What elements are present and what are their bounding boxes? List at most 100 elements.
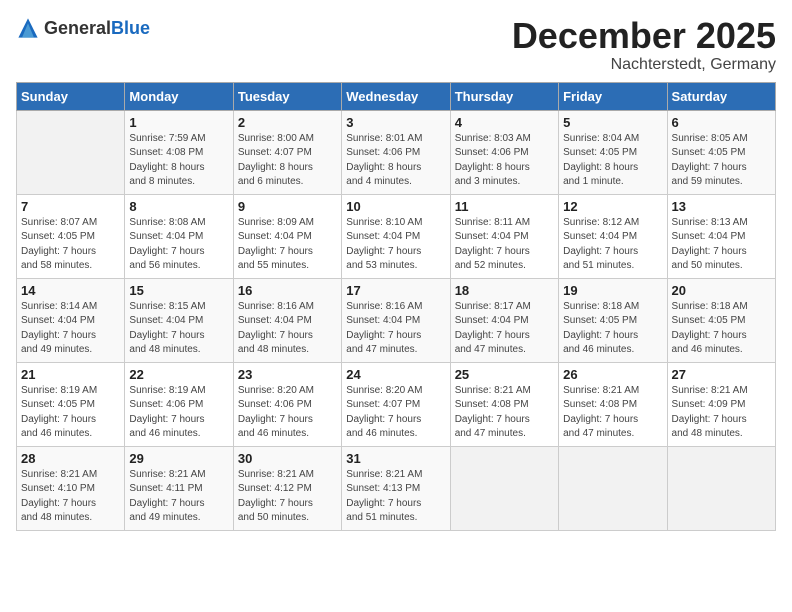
calendar-cell: 5 Sunrise: 8:04 AM Sunset: 4:05 PM Daylig… (559, 110, 667, 194)
calendar-cell (17, 110, 125, 194)
day-number: 8 (129, 199, 228, 214)
day-info: Sunrise: 8:19 AM Sunset: 4:06 PM Dayligh… (129, 384, 228, 442)
day-number: 12 (563, 199, 662, 214)
month-title: December 2025 (512, 16, 776, 56)
day-info: Sunrise: 8:11 AM Sunset: 4:04 PM Dayligh… (455, 216, 554, 274)
calendar-cell: 18Sunrise: 8:17 AM Sunset: 4:04 PM Dayli… (450, 278, 558, 362)
day-of-week-header: Tuesday (233, 82, 341, 110)
day-info: Sunrise: 8:21 AM Sunset: 4:13 PM Dayligh… (346, 468, 445, 526)
page-header: GeneralBlue December 2025 Nachterstedt, … (16, 16, 776, 74)
calendar-cell: 25 Sunrise: 8:21 AM Sunset: 4:08 PM Dayli… (450, 362, 558, 446)
day-number: 3 (346, 115, 445, 130)
day-info: Sunrise: 8:16 AM Sunset: 4:04 PM Dayligh… (238, 300, 337, 358)
day-number: 14 (21, 283, 120, 298)
day-number: 5 (563, 115, 662, 130)
day-number: 10 (346, 199, 445, 214)
day-number: 11 (455, 199, 554, 214)
calendar-cell: 11 Sunrise: 8:11 AM Sunset: 4:04 PM Dayli… (450, 194, 558, 278)
day-number: 15 (129, 283, 228, 298)
day-number: 1 (129, 115, 228, 130)
day-info: Sunrise: 8:17 AM Sunset: 4:04 PM Dayligh… (455, 300, 554, 358)
day-of-week-header: Sunday (17, 82, 125, 110)
day-info: Sunrise: 8:21 AM Sunset: 4:10 PM Dayligh… (21, 468, 120, 526)
day-info: Sunrise: 8:20 AM Sunset: 4:06 PM Dayligh… (238, 384, 337, 442)
day-info: Sunrise: 8:21 AM Sunset: 4:08 PM Dayligh… (563, 384, 662, 442)
day-info: Sunrise: 8:03 AM Sunset: 4:06 PM Dayligh… (455, 132, 554, 190)
day-info: Sunrise: 8:18 AM Sunset: 4:05 PM Dayligh… (672, 300, 771, 358)
day-info: Sunrise: 8:16 AM Sunset: 4:04 PM Dayligh… (346, 300, 445, 358)
day-info: Sunrise: 8:10 AM Sunset: 4:04 PM Dayligh… (346, 216, 445, 274)
day-info: Sunrise: 8:20 AM Sunset: 4:07 PM Dayligh… (346, 384, 445, 442)
day-info: Sunrise: 8:01 AM Sunset: 4:06 PM Dayligh… (346, 132, 445, 190)
day-number: 23 (238, 367, 337, 382)
days-header-row: SundayMondayTuesdayWednesdayThursdayFrid… (17, 82, 776, 110)
calendar-cell: 29 Sunrise: 8:21 AM Sunset: 4:11 PM Dayli… (125, 446, 233, 530)
day-info: Sunrise: 8:13 AM Sunset: 4:04 PM Dayligh… (672, 216, 771, 274)
calendar-cell: 28 Sunrise: 8:21 AM Sunset: 4:10 PM Dayli… (17, 446, 125, 530)
day-of-week-header: Monday (125, 82, 233, 110)
day-number: 26 (563, 367, 662, 382)
day-of-week-header: Friday (559, 82, 667, 110)
day-number: 2 (238, 115, 337, 130)
day-number: 9 (238, 199, 337, 214)
calendar-cell: 12 Sunrise: 8:12 AM Sunset: 4:04 PM Dayli… (559, 194, 667, 278)
calendar-cell: 16Sunrise: 8:16 AM Sunset: 4:04 PM Dayli… (233, 278, 341, 362)
calendar-cell (559, 446, 667, 530)
calendar-cell: 23 Sunrise: 8:20 AM Sunset: 4:06 PM Dayli… (233, 362, 341, 446)
calendar-cell: 20 Sunrise: 8:18 AM Sunset: 4:05 PM Dayli… (667, 278, 775, 362)
day-number: 30 (238, 451, 337, 466)
day-info: Sunrise: 8:21 AM Sunset: 4:08 PM Dayligh… (455, 384, 554, 442)
calendar-cell: 4 Sunrise: 8:03 AM Sunset: 4:06 PM Daylig… (450, 110, 558, 194)
day-number: 29 (129, 451, 228, 466)
day-number: 20 (672, 283, 771, 298)
calendar-week-row: 7Sunrise: 8:07 AM Sunset: 4:05 PM Daylig… (17, 194, 776, 278)
day-info: Sunrise: 8:04 AM Sunset: 4:05 PM Dayligh… (563, 132, 662, 190)
calendar-cell: 24 Sunrise: 8:20 AM Sunset: 4:07 PM Dayli… (342, 362, 450, 446)
day-number: 24 (346, 367, 445, 382)
day-number: 25 (455, 367, 554, 382)
calendar-cell: 19 Sunrise: 8:18 AM Sunset: 4:05 PM Dayli… (559, 278, 667, 362)
logo-text-general: General (44, 18, 111, 38)
day-info: Sunrise: 8:21 AM Sunset: 4:09 PM Dayligh… (672, 384, 771, 442)
calendar-cell: 27 Sunrise: 8:21 AM Sunset: 4:09 PM Dayli… (667, 362, 775, 446)
logo-text-blue: Blue (111, 18, 150, 38)
day-info: Sunrise: 8:18 AM Sunset: 4:05 PM Dayligh… (563, 300, 662, 358)
day-number: 4 (455, 115, 554, 130)
day-number: 21 (21, 367, 120, 382)
day-number: 17 (346, 283, 445, 298)
calendar-cell: 3 Sunrise: 8:01 AM Sunset: 4:06 PM Daylig… (342, 110, 450, 194)
day-info: Sunrise: 7:59 AM Sunset: 4:08 PM Dayligh… (129, 132, 228, 190)
day-info: Sunrise: 8:21 AM Sunset: 4:12 PM Dayligh… (238, 468, 337, 526)
calendar-week-row: 14 Sunrise: 8:14 AM Sunset: 4:04 PM Dayli… (17, 278, 776, 362)
calendar-cell: 31Sunrise: 8:21 AM Sunset: 4:13 PM Dayli… (342, 446, 450, 530)
calendar-cell: 15Sunrise: 8:15 AM Sunset: 4:04 PM Dayli… (125, 278, 233, 362)
day-info: Sunrise: 8:00 AM Sunset: 4:07 PM Dayligh… (238, 132, 337, 190)
calendar-cell: 26 Sunrise: 8:21 AM Sunset: 4:08 PM Dayli… (559, 362, 667, 446)
day-info: Sunrise: 8:12 AM Sunset: 4:04 PM Dayligh… (563, 216, 662, 274)
day-info: Sunrise: 8:08 AM Sunset: 4:04 PM Dayligh… (129, 216, 228, 274)
calendar-week-row: 1 Sunrise: 7:59 AM Sunset: 4:08 PM Daylig… (17, 110, 776, 194)
day-number: 22 (129, 367, 228, 382)
logo: GeneralBlue (16, 16, 150, 40)
calendar-cell: 6Sunrise: 8:05 AM Sunset: 4:05 PM Daylig… (667, 110, 775, 194)
calendar-week-row: 21Sunrise: 8:19 AM Sunset: 4:05 PM Dayli… (17, 362, 776, 446)
day-info: Sunrise: 8:05 AM Sunset: 4:05 PM Dayligh… (672, 132, 771, 190)
calendar-cell: 1 Sunrise: 7:59 AM Sunset: 4:08 PM Daylig… (125, 110, 233, 194)
day-number: 27 (672, 367, 771, 382)
calendar-cell: 13Sunrise: 8:13 AM Sunset: 4:04 PM Dayli… (667, 194, 775, 278)
calendar-cell: 10 Sunrise: 8:10 AM Sunset: 4:04 PM Dayli… (342, 194, 450, 278)
day-of-week-header: Wednesday (342, 82, 450, 110)
calendar-cell: 7Sunrise: 8:07 AM Sunset: 4:05 PM Daylig… (17, 194, 125, 278)
calendar-week-row: 28 Sunrise: 8:21 AM Sunset: 4:10 PM Dayli… (17, 446, 776, 530)
day-info: Sunrise: 8:14 AM Sunset: 4:04 PM Dayligh… (21, 300, 120, 358)
calendar-cell: 9Sunrise: 8:09 AM Sunset: 4:04 PM Daylig… (233, 194, 341, 278)
calendar-table: SundayMondayTuesdayWednesdayThursdayFrid… (16, 82, 776, 531)
day-number: 28 (21, 451, 120, 466)
calendar-cell: 17 Sunrise: 8:16 AM Sunset: 4:04 PM Dayli… (342, 278, 450, 362)
calendar-cell: 21Sunrise: 8:19 AM Sunset: 4:05 PM Dayli… (17, 362, 125, 446)
day-number: 19 (563, 283, 662, 298)
calendar-cell: 30 Sunrise: 8:21 AM Sunset: 4:12 PM Dayli… (233, 446, 341, 530)
calendar-cell: 14 Sunrise: 8:14 AM Sunset: 4:04 PM Dayli… (17, 278, 125, 362)
calendar-cell: 2 Sunrise: 8:00 AM Sunset: 4:07 PM Daylig… (233, 110, 341, 194)
day-info: Sunrise: 8:21 AM Sunset: 4:11 PM Dayligh… (129, 468, 228, 526)
